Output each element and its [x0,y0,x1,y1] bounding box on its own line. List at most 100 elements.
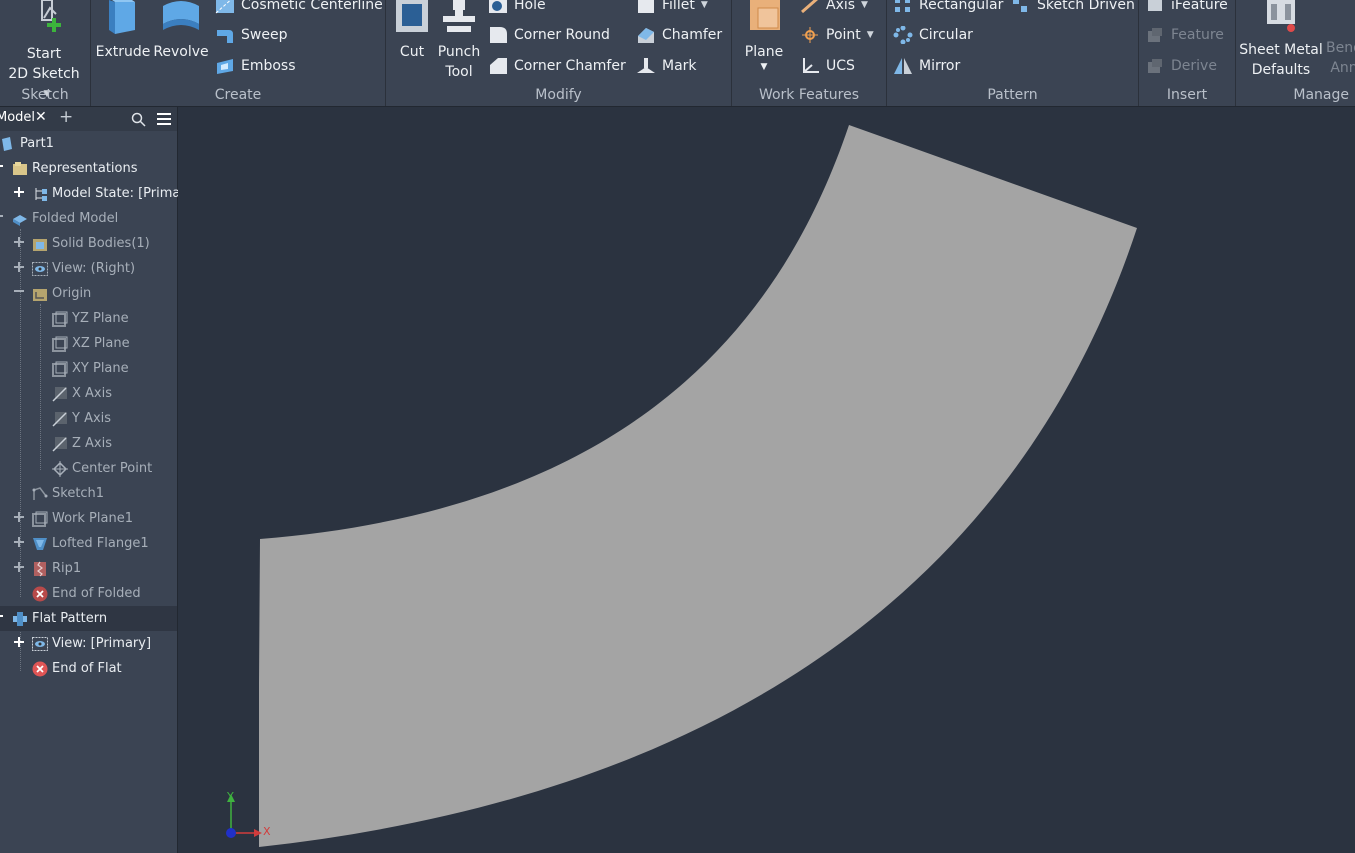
manage-panel: Sheet Metal Defaults Bend Ann Manage [1236,0,1355,106]
tree-item-view-primary[interactable]: View: [Primary] [32,633,151,655]
tree-item-origin[interactable]: Origin [32,283,91,305]
tree-item-center-point[interactable]: Center Point [52,458,152,480]
modify-panel: Cut Punch Tool Hole Corner Round Corner … [386,0,732,106]
chevron-down-icon[interactable]: ▼ [861,0,868,16]
representations-icon [13,161,27,175]
sweep-button[interactable]: Sweep [215,24,287,46]
cosmetic-centerline-icon [215,0,234,14]
axis-icon [52,411,67,427]
sketch-driven-pattern-button[interactable]: Sketch Driven [1011,0,1135,16]
ifeature-button[interactable]: iFeature [1145,0,1228,16]
feature-button[interactable]: Feature [1145,24,1224,46]
tree-item-model-state[interactable]: Model State: [Primary] [32,183,198,205]
tree-item-x-axis[interactable]: X Axis [52,383,112,405]
chamfer-button[interactable]: Chamfer [636,24,722,46]
hole-icon [489,0,507,13]
feature-icon [1148,28,1162,42]
emboss-button[interactable]: Emboss [215,55,296,77]
plane-button[interactable]: Plane ▼ [738,0,790,72]
expand-icon[interactable] [14,637,24,647]
triad-y-label: Y [227,790,234,803]
bend-annotation-button[interactable]: Bend Ann [1324,38,1355,78]
create-panel: Extrude Revolve Cosmetic Centerline Swee… [91,0,386,106]
tree-item-part1[interactable]: Part1 [0,133,54,155]
mirror-button[interactable]: Mirror [893,55,960,77]
bend-label-1: Bend [1326,40,1355,56]
derive-button[interactable]: Derive [1145,55,1217,77]
tree-item-lofted-flange1[interactable]: Lofted Flange1 [32,533,149,555]
tree-item-sketch1[interactable]: Sketch1 [32,483,104,505]
expand-icon[interactable] [14,512,24,522]
graphics-viewport[interactable] [178,107,1355,853]
hole-button[interactable]: Hole [488,0,546,16]
tree-item-end-of-flat[interactable]: End of Flat [32,658,122,680]
circular-pattern-icon [893,26,913,44]
mark-button[interactable]: Mark [636,55,697,77]
cut-icon [396,0,428,32]
flat-pattern-shape[interactable] [259,125,1137,847]
tree-item-work-plane1[interactable]: Work Plane1 [32,508,133,530]
tree-item-end-of-folded[interactable]: End of Folded [32,583,141,605]
fillet-icon [638,0,654,13]
ucs-button[interactable]: UCS [800,55,855,77]
cut-label: Cut [399,44,425,60]
close-icon[interactable]: ✕ [35,109,47,125]
tree-item-folded-model[interactable]: Folded Model [12,208,118,230]
expand-icon[interactable] [14,537,24,547]
corner-chamfer-button[interactable]: Corner Chamfer [488,55,626,77]
add-tab-icon[interactable]: + [59,107,73,127]
sheet-metal-defaults-button[interactable]: Sheet Metal Defaults [1236,0,1326,80]
fillet-button[interactable]: Fillet ▼ [636,0,708,16]
collapse-icon[interactable] [0,215,5,225]
cut-button[interactable]: Cut [390,0,434,62]
tree-item-flat-pattern[interactable]: Flat Pattern [12,608,107,630]
punch-tool-button[interactable]: Punch Tool [436,0,482,82]
tree-item-yz-plane[interactable]: YZ Plane [52,308,129,330]
expand-icon[interactable] [14,237,24,247]
tree-item-representations[interactable]: Representations [12,158,138,180]
menu-icon[interactable] [157,112,171,126]
tree-item-rip1[interactable]: Rip1 [32,558,81,580]
search-icon[interactable] [131,112,146,127]
start-sketch-label-1: Start [26,46,62,62]
center-point-icon [52,460,68,477]
collapse-icon[interactable] [0,165,5,175]
chevron-down-icon[interactable]: ▼ [701,0,708,16]
expand-icon[interactable] [14,187,24,197]
extrude-button[interactable]: Extrude [95,0,151,62]
tree-item-solid-bodies[interactable]: Solid Bodies(1) [32,233,150,255]
punch-tool-label-1: Punch [437,44,481,60]
expand-icon[interactable] [14,262,24,272]
mark-icon [637,58,655,73]
collapse-icon[interactable] [0,615,5,625]
circular-pattern-button[interactable]: Circular [893,24,973,46]
tree-item-xz-plane[interactable]: XZ Plane [52,333,130,355]
chevron-down-icon[interactable]: ▼ [867,24,874,46]
corner-round-button[interactable]: Corner Round [488,24,610,46]
tree-item-z-axis[interactable]: Z Axis [52,433,112,455]
work-plane-icon [32,511,48,527]
plane-icon [52,361,68,377]
emboss-icon [217,59,233,74]
start-sketch-icon [41,0,61,32]
revolve-button[interactable]: Revolve [153,0,209,62]
point-button[interactable]: Point ▼ [800,24,874,46]
tree-item-xy-plane[interactable]: XY Plane [52,358,129,380]
create-panel-title: Create [214,87,262,103]
rectangular-pattern-icon [895,0,910,12]
collapse-icon[interactable] [14,290,24,300]
tab-model[interactable]: Model [0,110,35,125]
tree-item-view-right[interactable]: View: (Right) [32,258,135,280]
expand-icon[interactable] [14,562,24,572]
end-of-part-icon [32,661,48,676]
tree-item-y-axis[interactable]: Y Axis [52,408,111,430]
flat-pattern-icon [13,611,27,626]
axis-button[interactable]: Axis ▼ [800,0,868,16]
coordinate-triad: Y X [218,790,288,849]
chevron-down-icon[interactable]: ▼ [738,62,790,72]
sketch-driven-pattern-icon [1013,0,1027,12]
rectangular-pattern-button[interactable]: Rectangular [893,0,1003,16]
flat-pattern-part[interactable] [178,107,1355,853]
cosmetic-centerline-button[interactable]: Cosmetic Centerline [215,0,383,16]
work-features-panel: Plane ▼ Axis ▼ Point ▼ UCS Work Features [732,0,887,106]
